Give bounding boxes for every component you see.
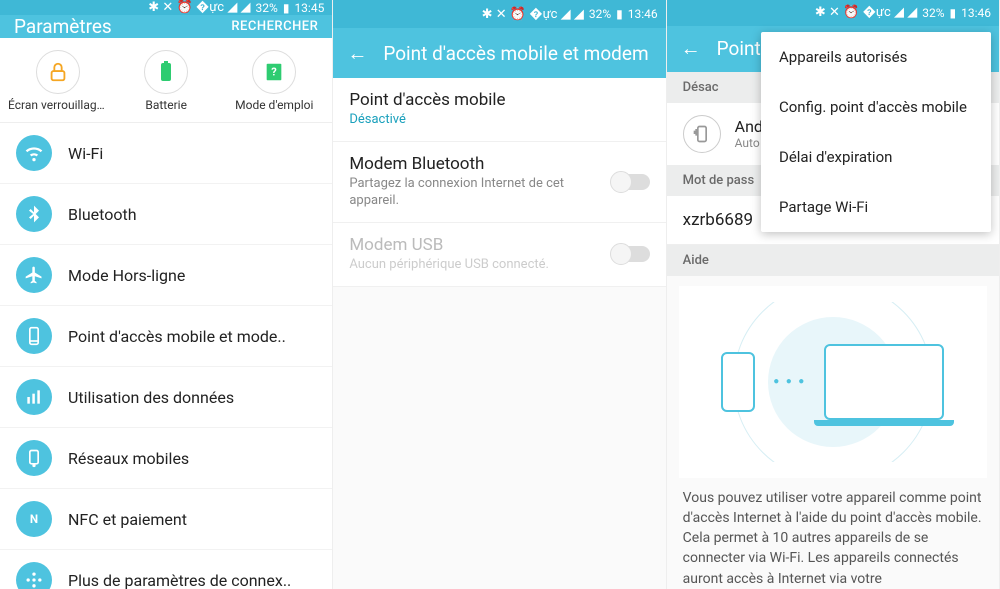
help-header: Aide — [667, 245, 999, 276]
mobile-hotspot-item[interactable]: Point d'accès mobile Désactivé — [333, 78, 665, 142]
battery-icon: ▮ — [283, 1, 290, 15]
menu-allowed-devices[interactable]: Appareils autorisés — [761, 32, 991, 82]
search-action[interactable]: RECHERCHER — [231, 19, 318, 34]
clock: 13:46 — [961, 6, 991, 20]
battery-icon: ▮ — [616, 7, 623, 21]
row-label: Mode Hors-ligne — [68, 266, 316, 285]
settings-list: Wi-Fi Bluetooth Mode Hors-ligne Point d'… — [0, 123, 332, 589]
data-usage-icon — [16, 379, 52, 415]
quick-label: Batterie — [145, 98, 187, 112]
data-usage-row[interactable]: Utilisation des données — [0, 367, 332, 428]
status-bar: ✱ ✕ ⏰ �ực ◢ ◢ 32% ▮ 13:45 — [0, 0, 332, 15]
help-icon: ? — [252, 50, 296, 94]
svg-text:?: ? — [272, 66, 278, 79]
battery-pct: 32% — [256, 1, 278, 15]
battery-icon: ▮ — [949, 6, 956, 20]
laptop-icon — [824, 344, 944, 420]
device-icon — [683, 115, 721, 153]
app-bar: Paramètres RECHERCHER — [0, 15, 332, 38]
bluetooth-tether-item[interactable]: Modem Bluetooth Partagez la connexion In… — [333, 142, 665, 223]
bluetooth-icon — [16, 196, 52, 232]
item-sub: Partagez la connexion Internet de cet ap… — [349, 176, 611, 210]
wifi-row[interactable]: Wi-Fi — [0, 123, 332, 184]
help-text: Vous pouvez utiliser votre appareil comm… — [667, 478, 999, 589]
item-sub: Aucun périphérique USB connecté. — [349, 257, 611, 274]
item-title: Modem Bluetooth — [349, 154, 611, 174]
battery-pct: 32% — [922, 6, 944, 20]
usb-tether-item: Modem USB Aucun périphérique USB connect… — [333, 223, 665, 287]
more-icon — [16, 562, 52, 589]
clock: 13:46 — [628, 7, 658, 21]
usb-tether-toggle — [612, 246, 650, 262]
quick-battery[interactable]: Batterie — [116, 50, 216, 112]
screen-tethering: ✱ ✕ ⏰ �ực ◢ ◢ 32% ▮ 13:46 ← Point d'accè… — [333, 0, 666, 589]
row-label: NFC et paiement — [68, 510, 316, 529]
menu-wifi-sharing[interactable]: Partage Wi-Fi — [761, 182, 991, 232]
item-state: Désactivé — [349, 112, 649, 129]
app-bar: ← Point d'accès mobile et modem — [333, 28, 665, 78]
back-button[interactable]: ← — [347, 41, 367, 66]
overflow-menu: Appareils autorisés Config. point d'accè… — [761, 32, 991, 232]
status-icons: ✱ ✕ ⏰ �ực ◢ ◢ — [815, 5, 917, 20]
quick-label: Mode d'emploi — [235, 98, 313, 112]
status-bar: ✱ ✕ ⏰ �ực ◢ ◢ 32% ▮ 13:46 — [667, 0, 999, 26]
wifi-icon — [16, 135, 52, 171]
nfc-icon: N — [16, 501, 52, 537]
status-icons: ✱ ✕ ⏰ �ực ◢ ◢ — [148, 0, 250, 15]
battery-icon — [144, 50, 188, 94]
row-label: Réseaux mobiles — [68, 449, 316, 468]
mobile-networks-row[interactable]: Réseaux mobiles — [0, 428, 332, 489]
quick-label: Écran verrouillage/Sé.. — [8, 98, 108, 112]
screen-hotspot-detail: ✱ ✕ ⏰ �ực ◢ ◢ 32% ▮ 13:46 ← Point Désac … — [667, 0, 1000, 589]
page-title: Paramètres — [14, 15, 215, 38]
row-label: Utilisation des données — [68, 388, 316, 407]
status-icons: ✱ ✕ ⏰ �ực ◢ ◢ — [482, 7, 584, 22]
hotspot-icon — [16, 318, 52, 354]
quick-settings-row: Écran verrouillage/Sé.. Batterie ? Mode … — [0, 38, 332, 123]
row-label: Wi-Fi — [68, 144, 316, 163]
airplane-row[interactable]: Mode Hors-ligne — [0, 245, 332, 306]
nfc-row[interactable]: N NFC et paiement — [0, 489, 332, 550]
quick-lock-screen[interactable]: Écran verrouillage/Sé.. — [8, 50, 108, 112]
bluetooth-row[interactable]: Bluetooth — [0, 184, 332, 245]
menu-configure-hotspot[interactable]: Config. point d'accès mobile — [761, 82, 991, 132]
help-illustration: ● ● ● — [679, 286, 987, 478]
lock-icon — [36, 50, 80, 94]
row-label: Plus de paramètres de connex.. — [68, 571, 316, 589]
item-title: Point d'accès mobile — [349, 90, 649, 110]
phone-icon — [721, 352, 755, 412]
battery-pct: 32% — [589, 7, 611, 21]
hotspot-row[interactable]: Point d'accès mobile et mode.. — [0, 306, 332, 367]
row-label: Bluetooth — [68, 205, 316, 224]
mobile-networks-icon — [16, 440, 52, 476]
row-label: Point d'accès mobile et mode.. — [68, 327, 316, 346]
svg-text:N: N — [30, 513, 38, 527]
airplane-icon — [16, 257, 52, 293]
menu-timeout[interactable]: Délai d'expiration — [761, 132, 991, 182]
page-title: Point d'accès mobile et modem — [383, 42, 651, 65]
clock: 13:45 — [294, 1, 324, 15]
item-title: Modem USB — [349, 235, 611, 255]
screen-settings: ✱ ✕ ⏰ �ực ◢ ◢ 32% ▮ 13:45 Paramètres REC… — [0, 0, 333, 589]
back-button[interactable]: ← — [681, 36, 701, 61]
status-bar: ✱ ✕ ⏰ �ực ◢ ◢ 32% ▮ 13:46 — [333, 0, 665, 28]
quick-help[interactable]: ? Mode d'emploi — [224, 50, 324, 112]
more-connections-row[interactable]: Plus de paramètres de connex.. — [0, 550, 332, 589]
bt-tether-toggle[interactable] — [612, 174, 650, 190]
dots-icon: ● ● ● — [773, 376, 806, 387]
header-label: Désac — [683, 80, 719, 95]
